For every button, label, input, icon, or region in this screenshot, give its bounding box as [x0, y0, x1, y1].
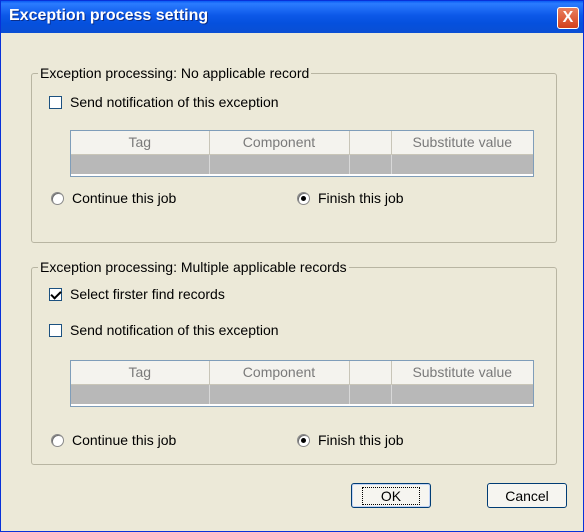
checkbox-box[interactable] — [49, 287, 62, 301]
select-first-records-checkbox[interactable]: Select firster find records — [49, 286, 225, 302]
radio-circle[interactable] — [51, 433, 64, 447]
cancel-button-label: Cancel — [505, 487, 549, 504]
column-header-substitute-value[interactable]: Substitute value — [391, 131, 533, 155]
finish-job-radio[interactable]: Finish this job — [297, 190, 404, 206]
table-row[interactable] — [71, 154, 533, 174]
dialog-title: Exception process setting — [9, 7, 209, 24]
checkbox-box[interactable] — [49, 323, 62, 337]
radio-label: Continue this job — [72, 190, 177, 206]
table-row[interactable] — [71, 384, 533, 404]
column-header-component[interactable]: Component — [209, 131, 350, 155]
title-bar[interactable]: Exception process setting X — [1, 1, 583, 33]
send-notification-checkbox[interactable]: Send notification of this exception — [49, 94, 279, 110]
column-header-tag[interactable]: Tag — [71, 361, 210, 385]
group-multiple-applicable-records: Exception processing: Multiple applicabl… — [31, 259, 557, 465]
substitute-table[interactable]: Tag Component Substitute value — [70, 130, 534, 177]
checkbox-label: Send notification of this exception — [70, 94, 279, 110]
finish-job-radio[interactable]: Finish this job — [297, 432, 404, 448]
checkbox-box[interactable] — [49, 95, 62, 109]
column-header-blank[interactable] — [349, 131, 392, 155]
send-notification-checkbox[interactable]: Send notification of this exception — [49, 322, 279, 338]
radio-label: Finish this job — [318, 190, 404, 206]
column-header-component[interactable]: Component — [209, 361, 350, 385]
close-icon[interactable]: X — [557, 7, 579, 29]
checkbox-label: Send notification of this exception — [70, 322, 279, 338]
ok-button[interactable]: OK — [351, 483, 431, 508]
group-legend: Exception processing: No applicable reco… — [38, 65, 312, 81]
exception-process-dialog: Exception process setting X Exception pr… — [0, 0, 584, 532]
radio-label: Finish this job — [318, 432, 404, 448]
radio-circle[interactable] — [51, 191, 64, 205]
cancel-button[interactable]: Cancel — [487, 483, 567, 508]
radio-label: Continue this job — [72, 432, 177, 448]
column-header-tag[interactable]: Tag — [71, 131, 210, 155]
radio-circle[interactable] — [297, 191, 310, 205]
substitute-table[interactable]: Tag Component Substitute value — [70, 360, 534, 407]
column-header-blank[interactable] — [349, 361, 392, 385]
column-header-substitute-value[interactable]: Substitute value — [391, 361, 533, 385]
checkbox-label: Select firster find records — [70, 286, 225, 302]
continue-job-radio[interactable]: Continue this job — [51, 432, 176, 448]
group-legend: Exception processing: Multiple applicabl… — [38, 259, 349, 275]
group-no-applicable-record: Exception processing: No applicable reco… — [31, 65, 557, 243]
radio-circle[interactable] — [297, 433, 310, 447]
continue-job-radio[interactable]: Continue this job — [51, 190, 176, 206]
ok-button-label: OK — [361, 486, 421, 505]
